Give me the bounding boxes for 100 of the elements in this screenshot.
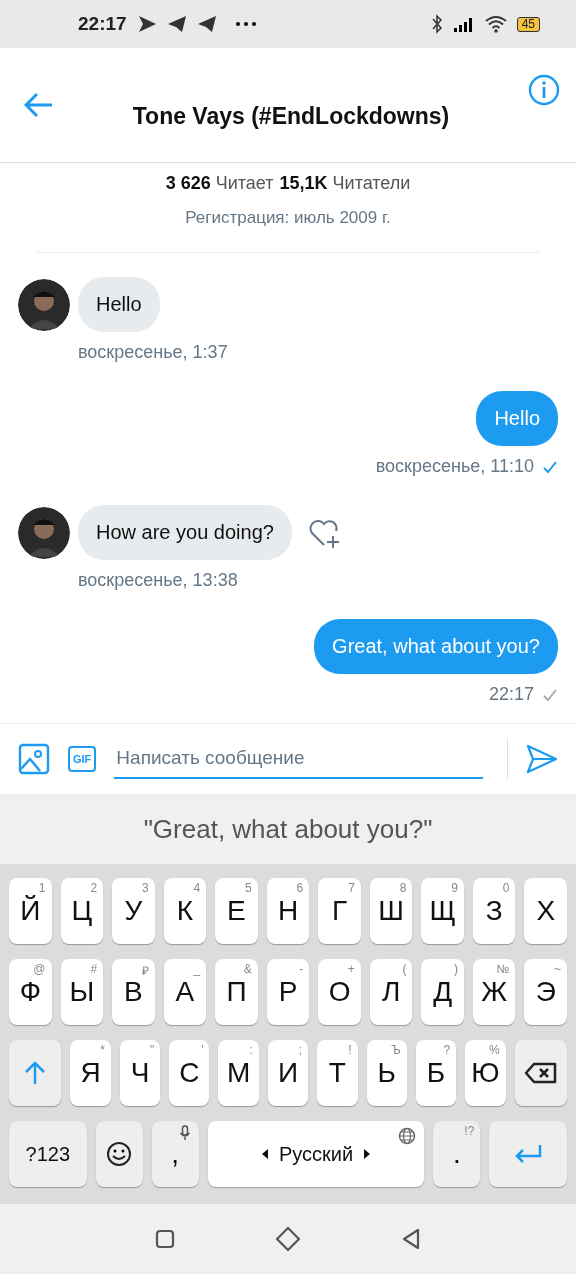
key-hint: 8: [399, 881, 407, 895]
emoji-key[interactable]: [95, 1121, 143, 1187]
key[interactable]: ~ Э: [524, 959, 567, 1025]
key[interactable]: 5 Е: [215, 878, 258, 944]
key[interactable]: 6 Н: [266, 878, 310, 944]
key[interactable]: ' С: [169, 1040, 210, 1106]
message-bubble: Hello: [78, 277, 160, 332]
message-time: воскресенье, 1:37: [78, 342, 228, 363]
key[interactable]: 2 Ц: [60, 878, 104, 944]
microphone-icon: [178, 1125, 191, 1141]
key[interactable]: # Ы: [60, 959, 104, 1025]
key[interactable]: 8 Ш: [369, 878, 413, 944]
key-hint: 1: [38, 881, 46, 895]
key[interactable]: _ А: [163, 959, 207, 1025]
key-hint: 5: [245, 881, 252, 895]
key-hint: Ъ: [391, 1043, 401, 1057]
key[interactable]: - Р: [266, 959, 310, 1025]
key-hint: !?: [464, 1124, 475, 1138]
key[interactable]: @ Ф: [9, 959, 52, 1025]
key[interactable]: + О: [318, 959, 361, 1025]
key[interactable]: № Ж: [472, 959, 516, 1025]
play-icon: [136, 13, 157, 35]
key-hint: _: [193, 962, 201, 976]
key[interactable]: % Ю: [465, 1040, 506, 1106]
info-icon[interactable]: [528, 74, 560, 106]
symbols-key[interactable]: ?123: [9, 1121, 87, 1187]
key[interactable]: " Ч: [119, 1040, 161, 1106]
shift-key[interactable]: [9, 1040, 62, 1106]
key[interactable]: ( Л: [369, 959, 413, 1025]
key[interactable]: ) Д: [421, 959, 464, 1025]
key-hint: +: [347, 962, 355, 976]
key-hint: ;: [298, 1043, 303, 1057]
key-hint: ~: [554, 962, 561, 976]
right-triangle-icon: [363, 1148, 372, 1160]
followers-stat[interactable]: 15,1K Читатели: [279, 173, 411, 194]
key[interactable]: ? Б: [415, 1040, 457, 1106]
key[interactable]: 0 З: [472, 878, 516, 944]
back-nav-icon[interactable]: [401, 1228, 421, 1250]
wifi-icon: [484, 15, 507, 33]
smiley-icon: [106, 1141, 133, 1167]
avatar[interactable]: [18, 506, 70, 559]
key[interactable]: 4 К: [163, 878, 207, 944]
home-icon[interactable]: [275, 1226, 301, 1252]
key[interactable]: ₽ В: [112, 959, 155, 1025]
key[interactable]: Ъ Ь: [366, 1040, 407, 1106]
backspace-icon: [523, 1061, 558, 1085]
key[interactable]: & П: [215, 959, 258, 1025]
message-time: воскресенье, 11:10: [375, 456, 534, 477]
key[interactable]: Х: [524, 878, 567, 944]
join-date: Регистрация: июль 2009 г.: [185, 208, 391, 228]
key[interactable]: ! Т: [317, 1040, 358, 1106]
image-icon[interactable]: [18, 743, 50, 775]
message-bubble: Hello: [476, 391, 558, 446]
bluetooth-icon: [430, 14, 443, 34]
key-hint: ₽: [141, 963, 149, 979]
key-hint: ": [149, 1043, 155, 1057]
avatar[interactable]: [18, 278, 70, 331]
key-hint: (: [402, 962, 407, 976]
comma-key[interactable]: ,: [151, 1121, 199, 1187]
period-key[interactable]: !? .: [433, 1121, 481, 1187]
key[interactable]: 9 Щ: [421, 878, 464, 944]
paper-plane-icon: [166, 13, 187, 35]
key[interactable]: 7 Г: [318, 878, 361, 944]
space-key[interactable]: Русский: [207, 1121, 425, 1187]
paper-plane-icon: [196, 13, 217, 35]
key-hint: !: [348, 1043, 352, 1057]
key-hint: 3: [141, 881, 149, 895]
key-hint: 0: [502, 881, 510, 895]
key[interactable]: 1 Й: [9, 878, 52, 944]
conversation-title: Tone Vays (#EndLockdowns): [131, 102, 451, 130]
key-hint: 7: [348, 881, 355, 895]
following-stat[interactable]: 3 626 Читает: [165, 173, 274, 194]
message-time: воскресенье, 13:38: [78, 570, 238, 591]
recents-icon[interactable]: [155, 1229, 175, 1249]
key-hint: 6: [296, 881, 304, 895]
key-hint: -: [299, 962, 304, 976]
key[interactable]: 3 У: [112, 878, 155, 944]
key-hint: *: [100, 1043, 105, 1057]
key-hint: 2: [90, 881, 98, 895]
enter-arrow-icon: [513, 1143, 544, 1165]
key-hint: 4: [193, 881, 201, 895]
key-hint: @: [33, 962, 46, 976]
message-bubble: Great, what about you?: [314, 619, 558, 674]
left-triangle-icon: [260, 1148, 269, 1160]
key[interactable]: : М: [218, 1040, 259, 1106]
key-hint: &: [243, 962, 252, 976]
backspace-key[interactable]: [514, 1040, 567, 1106]
key[interactable]: * Я: [70, 1040, 111, 1106]
message-bubble: How are you doing?: [78, 505, 292, 560]
key-hint: ): [453, 962, 458, 976]
signal-icon: [452, 16, 475, 32]
send-icon[interactable]: [526, 744, 558, 774]
key[interactable]: ; И: [267, 1040, 309, 1106]
back-icon[interactable]: [24, 92, 54, 118]
message-time: 22:17: [488, 684, 534, 705]
more-icon: [234, 22, 257, 26]
key-hint: 9: [451, 881, 458, 895]
globe-icon: [398, 1127, 417, 1145]
status-time: 22:17: [78, 13, 127, 35]
key-hint: :: [249, 1043, 253, 1057]
